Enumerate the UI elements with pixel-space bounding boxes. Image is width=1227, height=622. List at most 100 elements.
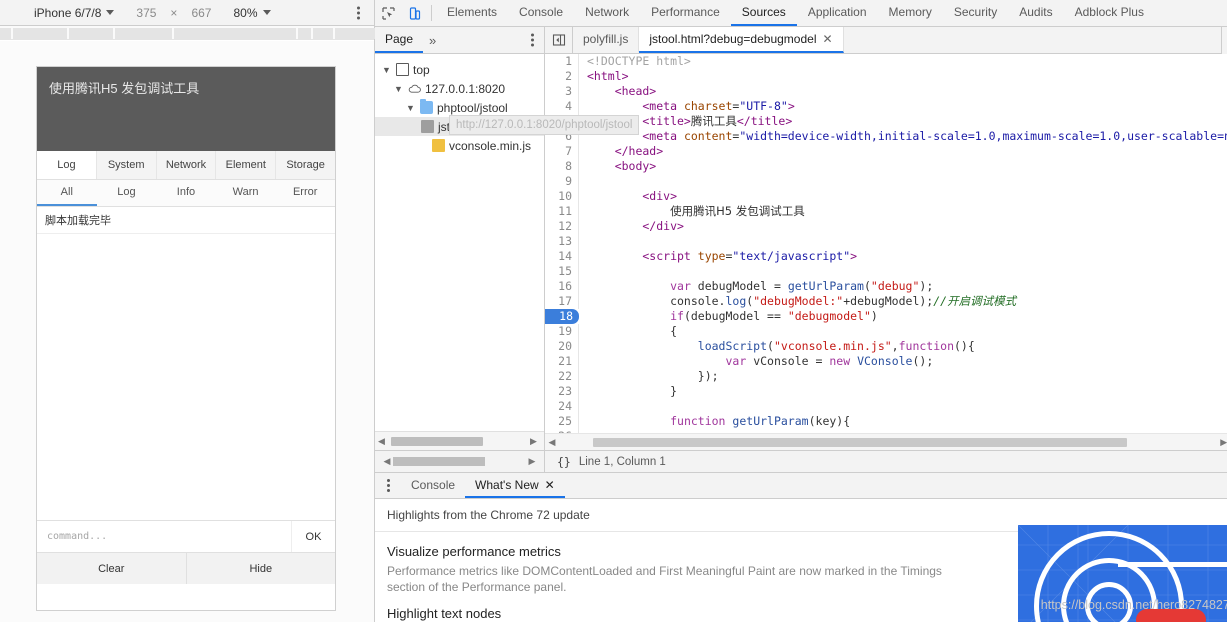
line-number[interactable]: 4 (545, 99, 579, 114)
line-number[interactable]: 25 (545, 414, 579, 429)
code-line[interactable]: 15 (545, 264, 1227, 279)
code-line[interactable]: 8 <body> (545, 159, 1227, 174)
line-number[interactable]: 21 (545, 354, 579, 369)
code-line[interactable]: 24 (545, 399, 1227, 414)
line-number[interactable]: 10 (545, 189, 579, 204)
code-line[interactable]: 23 } (545, 384, 1227, 399)
line-number[interactable]: 5 (545, 114, 579, 129)
code-line[interactable]: 1 <!DOCTYPE html> (545, 54, 1227, 69)
tab-memory[interactable]: Memory (878, 0, 943, 26)
code-line[interactable]: 7 </head> (545, 144, 1227, 159)
toggle-device-toolbar-icon[interactable] (401, 0, 427, 26)
scroll-right-icon[interactable]: ▶ (1217, 437, 1227, 448)
kebab-menu-icon[interactable] (531, 33, 534, 47)
code-line[interactable]: 10 <div> (545, 189, 1227, 204)
line-number[interactable]: 22 (545, 369, 579, 384)
line-number[interactable]: 1 (545, 54, 579, 69)
twisty-icon[interactable]: ▼ (381, 65, 392, 75)
tab-sources[interactable]: Sources (730, 0, 797, 26)
code-line[interactable]: 9 (545, 174, 1227, 189)
vconsole-filter-all[interactable]: All (37, 180, 97, 206)
drawer-tab-console[interactable]: Console (401, 473, 465, 498)
vconsole-tab-element[interactable]: Element (216, 151, 277, 179)
scroll-right-icon[interactable]: ▶ (526, 456, 538, 467)
inspect-element-icon[interactable] (375, 0, 401, 26)
chevron-right-overflow-icon[interactable]: » (423, 33, 442, 48)
line-number[interactable]: 19 (545, 324, 579, 339)
clear-button[interactable]: Clear (37, 553, 186, 584)
device-width-input[interactable]: 375 (136, 6, 156, 20)
source-code-editor[interactable]: 1 <!DOCTYPE html> 2 <html> 3 <head> 4 <meta c… (545, 54, 1227, 433)
line-number[interactable]: 7 (545, 144, 579, 159)
tree-item-top[interactable]: ▼ top (375, 60, 544, 79)
device-height-input[interactable]: 667 (191, 6, 211, 20)
line-number[interactable]: 15 (545, 264, 579, 279)
scroll-left-icon[interactable]: ◀ (545, 437, 559, 448)
line-number[interactable]: 23 (545, 384, 579, 399)
line-number[interactable]: 2 (545, 69, 579, 84)
navigator-statusbar-scroll[interactable]: ◀ ▶ (375, 451, 545, 472)
device-select[interactable]: iPhone 6/7/8 (34, 6, 115, 20)
device-viewport[interactable]: 使用腾讯H5 发包调试工具 Log System Network Element… (0, 41, 374, 622)
code-line[interactable]: 25 function getUrlParam(key){ (545, 414, 1227, 429)
collapse-navigator-icon[interactable] (545, 27, 573, 53)
line-number[interactable]: 13 (545, 234, 579, 249)
code-line[interactable]: 11 使用腾讯H5 发包调试工具 (545, 204, 1227, 219)
line-number[interactable]: 12 (545, 219, 579, 234)
file-tab-jstool[interactable]: jstool.html?debug=debugmodel ✕ (639, 27, 844, 53)
navigator-tab-page[interactable]: Page (375, 27, 424, 53)
scrollbar-thumb[interactable] (393, 457, 485, 466)
code-line[interactable]: 2 <html> (545, 69, 1227, 84)
code-line[interactable]: 6 <meta content="width=device-width,init… (545, 129, 1227, 144)
tree-item-folder[interactable]: ▼ phptool/jstool (375, 98, 544, 117)
kebab-menu-icon[interactable] (375, 473, 401, 498)
vconsole-log-list[interactable]: 脚本加载完毕 (37, 207, 335, 520)
navigator-horizontal-scrollbar[interactable]: ◀ ▶ (375, 431, 544, 450)
scroll-right-icon[interactable]: ▶ (527, 436, 540, 447)
file-tree[interactable]: ▼ top ▼ 127.0.0.1:8020 ▼ phptool/jstool … (375, 54, 544, 431)
tab-elements[interactable]: Elements (436, 0, 508, 26)
tab-network[interactable]: Network (574, 0, 640, 26)
code-line[interactable]: 18 if(debugModel == "debugmodel") (545, 309, 1227, 324)
whats-new-body[interactable]: Highlights from the Chrome 72 update Vis… (375, 499, 1227, 622)
scrollbar-thumb[interactable] (391, 436, 483, 446)
vconsole-filter-info[interactable]: Info (156, 180, 216, 206)
vconsole-tab-log[interactable]: Log (37, 151, 97, 179)
vconsole-filter-error[interactable]: Error (275, 180, 335, 206)
drawer-tab-whats-new[interactable]: What's New ✕ (465, 473, 565, 498)
command-ok-button[interactable]: OK (291, 521, 335, 552)
line-number[interactable]: 24 (545, 399, 579, 414)
vconsole-tab-network[interactable]: Network (156, 151, 217, 179)
code-line[interactable]: 16 var debugModel = getUrlParam("debug")… (545, 279, 1227, 294)
line-number[interactable]: 18 (545, 309, 579, 324)
code-line[interactable]: 5 <title>腾讯工具</title> (545, 114, 1227, 129)
code-line[interactable]: 17 console.log("debugModel:"+debugModel)… (545, 294, 1227, 309)
code-line[interactable]: 21 var vConsole = new VConsole(); (545, 354, 1227, 369)
tree-item-vconsole-js[interactable]: vconsole.min.js (375, 136, 544, 155)
vconsole-filter-warn[interactable]: Warn (216, 180, 276, 206)
close-icon[interactable]: ✕ (545, 478, 555, 492)
vconsole-tab-storage[interactable]: Storage (276, 151, 335, 179)
code-line[interactable]: 14 <script type="text/javascript"> (545, 249, 1227, 264)
close-icon[interactable]: ✕ (822, 32, 832, 46)
show-panel-icon[interactable] (1220, 27, 1227, 54)
scroll-left-icon[interactable]: ◀ (375, 436, 388, 447)
line-number[interactable]: 8 (545, 159, 579, 174)
tree-item-jstool-html[interactable]: jstool.html?debug=debugmodel (375, 117, 544, 136)
code-line[interactable]: 4 <meta charset="UTF-8"> (545, 99, 1227, 114)
tab-application[interactable]: Application (797, 0, 878, 26)
twisty-icon[interactable]: ▼ (405, 103, 416, 113)
line-number[interactable]: 11 (545, 204, 579, 219)
vconsole-tab-system[interactable]: System (96, 151, 157, 179)
line-number[interactable]: 14 (545, 249, 579, 264)
tab-console[interactable]: Console (508, 0, 574, 26)
tree-item-origin[interactable]: ▼ 127.0.0.1:8020 (375, 79, 544, 98)
code-line[interactable]: 20 loadScript("vconsole.min.js",function… (545, 339, 1227, 354)
code-line[interactable]: 12 </div> (545, 219, 1227, 234)
scrollbar-thumb[interactable] (593, 437, 1127, 447)
kebab-menu-icon[interactable] (357, 6, 360, 19)
code-line[interactable]: 22 }); (545, 369, 1227, 384)
tab-adblock-plus[interactable]: Adblock Plus (1064, 0, 1155, 26)
line-number[interactable]: 6 (545, 129, 579, 144)
twisty-icon[interactable]: ▼ (393, 84, 404, 94)
